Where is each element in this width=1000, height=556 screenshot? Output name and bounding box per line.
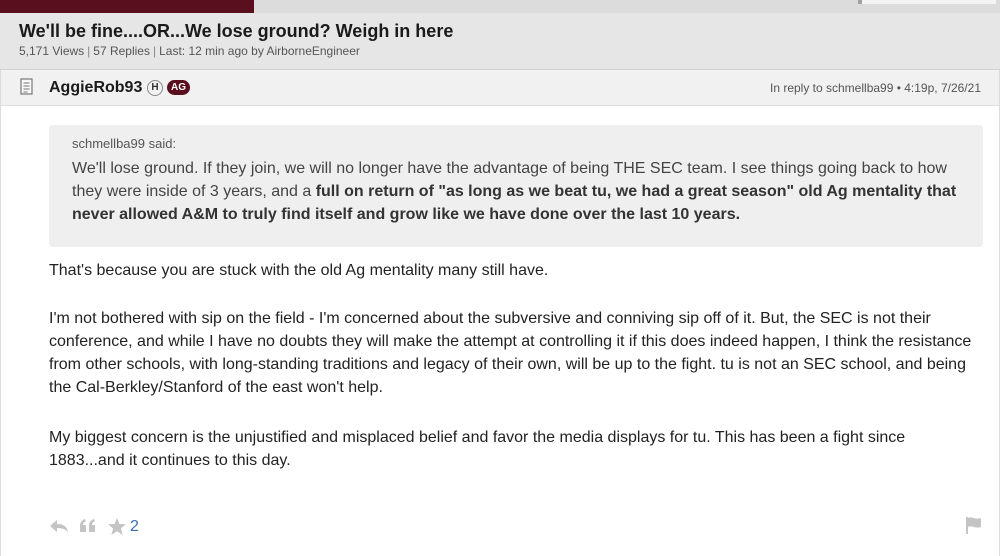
meta-separator: |: [152, 44, 157, 58]
quote-block: schmellba99 said: We'll lose ground. If …: [49, 125, 983, 247]
thread-title: We'll be fine....OR...We lose ground? We…: [19, 21, 454, 41]
post-paragraph-1: That's because you are stuck with the ol…: [49, 262, 549, 279]
nav-tab-right[interactable]: [862, 0, 996, 4]
active-nav-tab[interactable]: [0, 0, 254, 13]
post-footer: 2: [1, 512, 999, 542]
star-count[interactable]: 2: [130, 518, 139, 536]
post-paragraph-2: I'm not bothered with sip on the field -…: [49, 310, 972, 396]
quote-text: We'll lose ground. If they join, we will…: [72, 157, 964, 226]
views-count: 5,171 Views: [19, 44, 85, 58]
replies-count: 57 Replies: [93, 44, 150, 58]
quote-icon[interactable]: [79, 518, 97, 534]
star-icon[interactable]: [107, 517, 127, 536]
post-header: AggieRob93 H AG In reply to schmellba99 …: [1, 70, 999, 106]
post-paragraph-3: My biggest concern is the unjustified an…: [49, 429, 906, 469]
meta-separator: |: [87, 44, 91, 58]
honor-badge: H: [147, 80, 163, 96]
ag-badge: AG: [167, 80, 190, 95]
last-post-info[interactable]: Last: 12 min ago by AirborneEngineer: [159, 44, 360, 58]
reply-info[interactable]: In reply to schmellba99 • 4:19p, 7/26/21: [770, 81, 981, 95]
post-author[interactable]: AggieRob93: [49, 79, 142, 97]
document-icon[interactable]: [20, 78, 34, 96]
post: AggieRob93 H AG In reply to schmellba99 …: [0, 70, 1000, 556]
thread-header: We'll be fine....OR...We lose ground? We…: [0, 13, 1000, 70]
quote-author: schmellba99 said:: [72, 136, 177, 151]
thread-meta: 5,171 Views | 57 Replies | Last: 12 min ago …: [19, 44, 360, 58]
top-nav-bar: [0, 0, 1000, 13]
reply-arrow-icon[interactable]: [49, 518, 69, 534]
flag-icon[interactable]: [965, 516, 983, 534]
